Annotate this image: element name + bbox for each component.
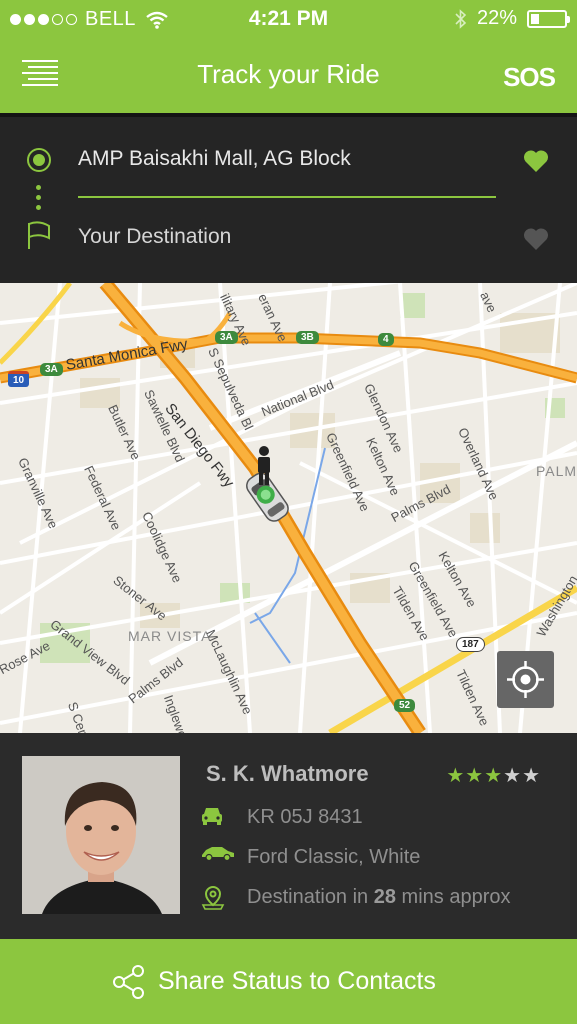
- star-filled-icon: ★: [484, 765, 504, 787]
- share-icon: [113, 965, 144, 999]
- eta-minutes: 28: [373, 886, 396, 908]
- favorite-destination-heart-icon[interactable]: [523, 227, 549, 251]
- route-shield: 187: [456, 637, 485, 652]
- map-label: PALMS: [536, 463, 577, 479]
- nav-bar: Track your Ride SOS: [0, 40, 577, 112]
- eta-prefix: Destination in: [247, 886, 374, 908]
- plate-number: KR 05J 8431: [247, 806, 363, 828]
- eta-suffix: mins approx: [396, 886, 511, 908]
- eta-row: Destination in 28 mins approx: [200, 883, 560, 913]
- battery-icon: [527, 9, 570, 28]
- route-panel: AMP Baisakhi Mall, AG Block Your Destina…: [0, 117, 577, 283]
- favorite-origin-heart-icon[interactable]: [523, 149, 549, 173]
- star-filled-icon: ★: [465, 765, 485, 787]
- sos-button[interactable]: SOS: [503, 62, 556, 93]
- vehicle-row: Ford Classic, White: [200, 843, 560, 873]
- map-roads: [0, 283, 577, 733]
- vehicle-model: Ford Classic, White: [247, 846, 421, 868]
- route-shield: 52: [394, 699, 416, 712]
- car-front-icon: [202, 808, 222, 825]
- app-header: BELL 4:21 PM 22% Track your Ride SOS: [0, 0, 577, 115]
- plate-row: KR 05J 8431: [200, 803, 560, 833]
- route-shield: 3A: [215, 331, 238, 344]
- crosshair-icon: [507, 661, 544, 698]
- driver-avatar: [22, 756, 180, 914]
- battery-percent: 22%: [476, 7, 517, 29]
- star-empty-icon: ★: [503, 765, 523, 787]
- map-pin-icon: [201, 885, 225, 910]
- share-status-label: Share Status to Contacts: [158, 967, 436, 995]
- route-shield: 4: [378, 333, 394, 346]
- car-side-icon: [202, 847, 234, 861]
- star-filled-icon: ★: [446, 765, 466, 787]
- page-title: Track your Ride: [197, 59, 380, 89]
- driver-panel: S. K. Whatmore ★★★★★ KR 05J 8431 Ford Cl…: [0, 733, 577, 939]
- route-divider: [78, 196, 496, 198]
- map-label: MAR VISTA: [128, 628, 212, 644]
- origin-marker-icon: [27, 148, 51, 172]
- share-status-button[interactable]: Share Status to Contacts: [0, 939, 577, 1024]
- route-shield: 3A: [40, 363, 63, 376]
- driver-name: S. K. Whatmore: [206, 761, 369, 786]
- map-view[interactable]: Santa Monica Fwy San Diego Fwy National …: [0, 283, 577, 733]
- origin-row[interactable]: AMP Baisakhi Mall, AG Block: [0, 135, 577, 185]
- origin-address: AMP Baisakhi Mall, AG Block: [78, 147, 351, 170]
- star-empty-icon: ★: [522, 765, 541, 787]
- eta-text: Destination in 28 mins approx: [247, 886, 511, 909]
- route-connector-icon: [36, 185, 41, 215]
- driver-rating: ★★★★★: [446, 763, 541, 788]
- route-shield: 10: [8, 371, 30, 387]
- locate-me-button[interactable]: [497, 651, 554, 708]
- destination-row[interactable]: Your Destination: [0, 213, 577, 263]
- flag-icon: [28, 221, 50, 249]
- status-bar: BELL 4:21 PM 22%: [0, 0, 577, 38]
- bluetooth-icon: [455, 8, 467, 29]
- route-shield: 3B: [296, 331, 319, 344]
- destination-address[interactable]: Your Destination: [78, 225, 231, 249]
